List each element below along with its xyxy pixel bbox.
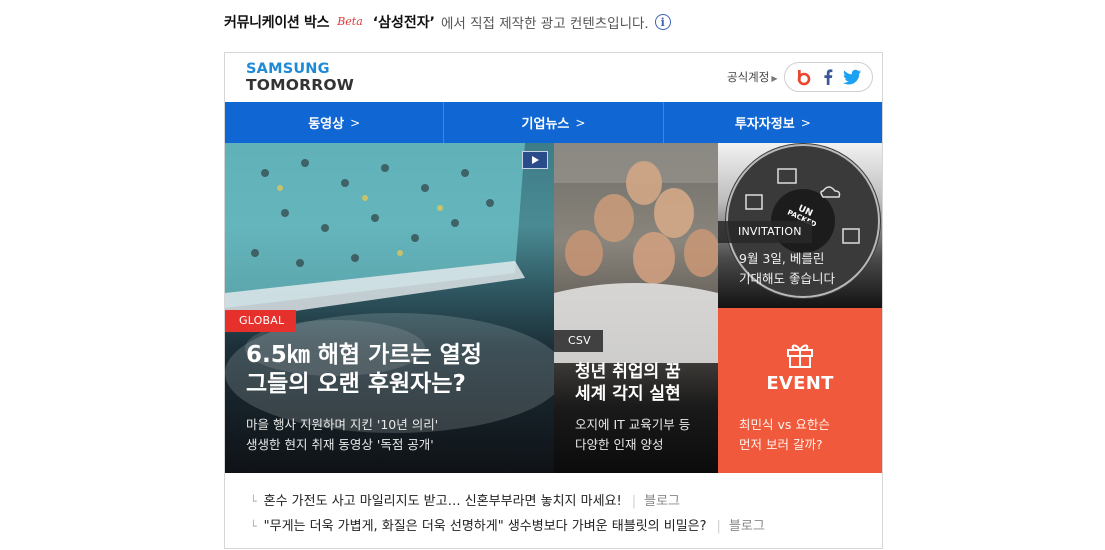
- nav-item-label: 기업뉴스: [521, 117, 570, 132]
- headline-line: 6.5㎞ 해협 가르는 열정: [246, 342, 482, 368]
- chevron-right-icon: >: [350, 115, 361, 130]
- company-name: ‘삼성전자’: [372, 15, 435, 31]
- tile-global[interactable]: GLOBAL 6.5㎞ 해협 가르는 열정 그들의 오랜 후원자는? 마을 행사…: [225, 143, 554, 473]
- tile-csv[interactable]: CSV 청년 취업의 꿈 세계 각지 실현 오지에 IT 교육기부 등 다양한 …: [554, 143, 718, 473]
- description-line: 다양한 인재 양성: [575, 437, 664, 452]
- tile-headline: 청년 취업의 꿈 세계 각지 실현: [575, 362, 681, 406]
- headline-line: 그들의 오랜 후원자는?: [246, 371, 466, 398]
- link-text[interactable]: 혼수 가전도 사고 마일리지도 받고… 신혼부부라면 놓치지 마세요!: [264, 494, 622, 509]
- description-line: 생생한 현지 취재 동영상 '독점 공개': [246, 437, 434, 452]
- headline-line: 세계 각지 실현: [575, 383, 681, 404]
- chevron-right-icon: >: [800, 115, 811, 130]
- beta-badge: Beta: [337, 14, 363, 28]
- ad-box: SAMSUNG TOMORROW 공식계정 ▶ 동영상 > 기업뉴스 > 투자자정보 >: [224, 52, 883, 549]
- tile-description: 오지에 IT 교육기부 등 다양한 인재 양성: [575, 415, 690, 455]
- list-item: └ "무게는 더욱 가볍게, 화질은 더욱 선명하게" 생수병보다 가벼운 태블릿…: [250, 515, 765, 534]
- tile-description: 9월 3일, 베를린 기대해도 좋습니다: [739, 249, 835, 289]
- link-category[interactable]: 블로그: [729, 519, 765, 534]
- description-line: 마을 행사 지원하며 지킨 '10년 의리': [246, 417, 439, 432]
- nav-item-corporate-news[interactable]: 기업뉴스 >: [444, 102, 664, 143]
- gift-icon: [787, 344, 813, 368]
- social-links: [784, 62, 873, 92]
- official-accounts-text: 공식계정: [727, 70, 770, 84]
- nav-item-video[interactable]: 동영상 >: [225, 102, 445, 143]
- category-tag: INVITATION: [718, 221, 812, 243]
- description-line: 9월 3일, 베를린: [739, 251, 825, 266]
- samsung-tomorrow-logo[interactable]: SAMSUNG TOMORROW: [246, 62, 354, 93]
- official-accounts-label[interactable]: 공식계정 ▶: [727, 69, 777, 85]
- tile-event[interactable]: EVENT 최민식 vs 요한슨 먼저 보러 갈까?: [718, 308, 882, 473]
- caret-right-icon: ▶: [771, 74, 778, 83]
- communication-box-title: 커뮤니케이션 박스: [224, 15, 330, 31]
- nav-item-label: 투자자정보: [734, 117, 795, 132]
- tile-headline: 6.5㎞ 해협 가르는 열정 그들의 오랜 후원자는?: [246, 341, 482, 400]
- event-label: EVENT: [766, 373, 834, 394]
- category-nav: 동영상 > 기업뉴스 > 투자자정보 >: [225, 102, 882, 143]
- description-line: 먼저 보러 갈까?: [739, 437, 823, 452]
- divider: |: [716, 519, 721, 534]
- tile-description: 마을 행사 지원하며 지킨 '10년 의리' 생생한 현지 취재 동영상 '독점…: [246, 415, 438, 455]
- list-item: └ 혼수 가전도 사고 마일리지도 받고… 신혼부부라면 놓치지 마세요! | 블로그: [250, 490, 680, 509]
- corner-bullet-icon: └: [250, 495, 257, 508]
- chevron-right-icon: >: [575, 115, 586, 130]
- link-text[interactable]: "무게는 더욱 가볍게, 화질은 더욱 선명하게" 생수병보다 가벼운 태블릿의…: [264, 519, 707, 534]
- info-icon[interactable]: i: [654, 14, 671, 30]
- nav-item-label: 동영상: [308, 117, 345, 132]
- description-line: 최민식 vs 요한슨: [739, 417, 830, 432]
- corner-bullet-icon: └: [250, 520, 257, 533]
- category-tag: CSV: [554, 330, 603, 352]
- tile-invitation[interactable]: UN PACKED INVITATION 9월 3일, 베를린 기대해도 좋습니…: [718, 143, 882, 308]
- play-icon[interactable]: [522, 151, 548, 169]
- twitter-icon[interactable]: [842, 67, 862, 87]
- box-header: SAMSUNG TOMORROW 공식계정 ▶: [225, 53, 882, 102]
- tile-description: 최민식 vs 요한슨 먼저 보러 갈까?: [739, 415, 830, 455]
- divider: |: [631, 494, 637, 509]
- headline-line: 청년 취업의 꿈: [575, 362, 681, 382]
- ad-notice: 커뮤니케이션 박스 Beta ‘삼성전자’ 에서 직접 제작한 광고 컨텐츠입니…: [224, 10, 671, 34]
- facebook-icon[interactable]: [818, 67, 838, 87]
- blog-icon[interactable]: [794, 67, 814, 87]
- related-links: └ 혼수 가전도 사고 마일리지도 받고… 신혼부부라면 놓치지 마세요! | 블로그…: [225, 473, 882, 548]
- description-line: 오지에 IT 교육기부 등: [575, 417, 691, 432]
- link-category[interactable]: 블로그: [644, 494, 680, 509]
- logo-line-tomorrow: TOMORROW: [246, 75, 355, 94]
- notice-text: 에서 직접 제작한 광고 컨텐츠입니다.: [440, 16, 649, 32]
- category-tag: GLOBAL: [225, 310, 297, 332]
- nav-item-investor-info[interactable]: 투자자정보 >: [664, 102, 882, 143]
- logo-line-samsung: SAMSUNG: [246, 61, 330, 77]
- description-line: 기대해도 좋습니다: [739, 271, 835, 286]
